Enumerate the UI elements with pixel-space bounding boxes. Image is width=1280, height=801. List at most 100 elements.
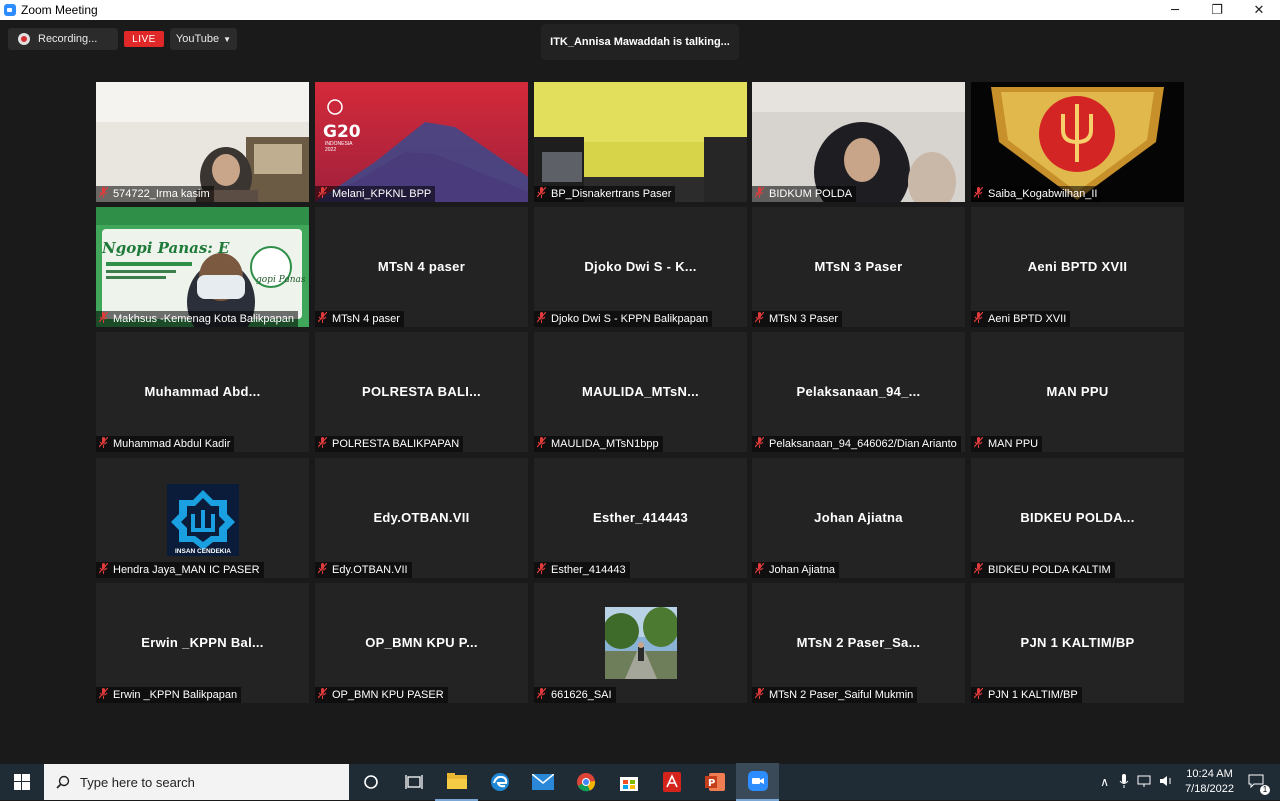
start-button[interactable] — [0, 764, 44, 800]
participant-tile[interactable]: Esther_414443 Esther_414443 — [534, 458, 747, 578]
muted-mic-icon — [973, 687, 984, 702]
participant-name: OP_BMN KPU PASER — [332, 689, 444, 701]
participant-name-label: MAN PPU — [971, 436, 1043, 452]
participant-tile[interactable]: MTsN 3 Paser MTsN 3 Paser — [752, 207, 965, 327]
participant-name: MAN PPU — [988, 438, 1039, 450]
participant-tile[interactable]: MAN PPU MAN PPU — [971, 332, 1184, 452]
chrome-icon[interactable] — [564, 764, 607, 800]
participant-video — [534, 82, 747, 202]
participant-tile[interactable]: Pelaksanaan_94_... Pelaksanaan_94_646062/… — [752, 332, 965, 452]
stream-dropdown[interactable]: YouTube ▼ — [170, 28, 237, 50]
participant-display-name: Aeni BPTD XVII — [1027, 259, 1128, 274]
active-speaker-banner: ITK_Annisa Mawaddah is talking... — [541, 24, 739, 60]
participant-name: Esther_414443 — [551, 564, 626, 576]
participant-name: Pelaksanaan_94_646062/Dian Arianto — [769, 438, 957, 450]
task-view-icon[interactable] — [392, 764, 435, 800]
windows-taskbar: Type here to search P — [0, 763, 1280, 801]
participant-name: Erwin _KPPN Balikpapan — [113, 689, 238, 701]
participant-name-label: MTsN 4 paser — [315, 311, 404, 327]
clock-date: 7/18/2022 — [1185, 783, 1234, 795]
participant-display-name: Pelaksanaan_94_... — [796, 384, 921, 399]
participant-tile[interactable]: BIDKUM POLDA — [752, 82, 965, 202]
participant-name: Edy.OTBAN.VII — [332, 564, 408, 576]
participant-name-label: POLRESTA BALIKPAPAN — [315, 436, 464, 452]
participant-name: Aeni BPTD XVII — [988, 313, 1067, 325]
participant-name-label: Melani_KPKNL BPP — [315, 186, 436, 202]
participant-name: Makhsus -Kemenag Kota Balikpapan — [113, 313, 294, 325]
notification-icon[interactable]: 1 — [1248, 774, 1270, 795]
participant-tile[interactable]: G20 INDONESIA 2022 Melani_KPKNL BPP — [315, 82, 528, 202]
participant-tile[interactable]: POLRESTA BALI... POLRESTA BALIKPAPAN — [315, 332, 528, 452]
participant-name-label: Makhsus -Kemenag Kota Balikpapan — [96, 311, 298, 327]
minimize-button[interactable]: ─ — [1154, 0, 1196, 20]
participant-tile[interactable]: Aeni BPTD XVII Aeni BPTD XVII — [971, 207, 1184, 327]
muted-mic-icon — [754, 186, 765, 201]
taskbar-clock[interactable]: 10:24 AM 7/18/2022 — [1185, 767, 1234, 797]
clock-time: 10:24 AM — [1186, 768, 1233, 780]
taskbar-search[interactable]: Type here to search — [44, 764, 349, 800]
search-icon — [56, 775, 70, 789]
participant-tile[interactable]: 661626_SAI — [534, 583, 747, 703]
chevron-up-icon[interactable]: ∧ — [1100, 775, 1109, 789]
participant-name: BIDKEU POLDA KALTIM — [988, 564, 1111, 576]
slide-cup-text: gopi Panas — [256, 275, 306, 285]
microphone-icon[interactable] — [1119, 773, 1129, 791]
participant-name: MAULIDA_MTsN1bpp — [551, 438, 659, 450]
participant-tile[interactable]: INSAN CENDEKIA Hendra Jaya_MAN IC PASER — [96, 458, 309, 578]
mail-icon[interactable] — [521, 764, 564, 800]
participant-tile[interactable]: OP_BMN KPU P... OP_BMN KPU PASER — [315, 583, 528, 703]
restore-button[interactable]: ❐ — [1196, 0, 1238, 20]
participant-name-label: Saiba_Kogabwilhan_II — [971, 186, 1102, 202]
participant-display-name: Erwin _KPPN Bal... — [141, 635, 264, 650]
windows-icon — [14, 774, 30, 790]
participant-tile[interactable]: MTsN 4 paser MTsN 4 paser — [315, 207, 528, 327]
cortana-icon[interactable] — [349, 764, 392, 800]
store-icon[interactable] — [607, 764, 650, 800]
participant-tile[interactable]: 574722_Irma kasim — [96, 82, 309, 202]
muted-mic-icon — [536, 186, 547, 201]
muted-mic-icon — [754, 436, 765, 451]
participant-tile[interactable]: BIDKEU POLDA... BIDKEU POLDA KALTIM — [971, 458, 1184, 578]
participant-name: MTsN 2 Paser_Saiful Mukmin — [769, 689, 914, 701]
participant-tile[interactable]: MTsN 2 Paser_Sa... MTsN 2 Paser_Saiful Mu… — [752, 583, 965, 703]
muted-mic-icon — [98, 186, 109, 201]
participant-display-name: BIDKEU POLDA... — [1020, 510, 1135, 525]
volume-icon[interactable] — [1159, 775, 1173, 790]
stream-label: YouTube — [175, 33, 220, 45]
participant-name-label: MTsN 2 Paser_Saiful Mukmin — [752, 687, 918, 703]
participant-name-label: Aeni BPTD XVII — [971, 311, 1071, 327]
muted-mic-icon — [973, 311, 984, 326]
participant-tile[interactable]: Ngopi Panas: E gopi Panas Makhsus -Kemenag… — [96, 207, 309, 327]
participant-tile[interactable]: Djoko Dwi S - K... Djoko Dwi S - KPPN Bal… — [534, 207, 747, 327]
zoom-taskbar-icon[interactable] — [736, 763, 779, 801]
participant-tile[interactable]: Erwin _KPPN Bal... Erwin _KPPN Balikpapan — [96, 583, 309, 703]
live-badge[interactable]: LIVE — [124, 31, 164, 47]
acrobat-icon[interactable] — [650, 764, 693, 800]
participant-name: Hendra Jaya_MAN IC PASER — [113, 564, 260, 576]
participant-display-name: Esther_414443 — [593, 510, 688, 525]
participant-tile[interactable]: BP_Disnakertrans Paser — [534, 82, 747, 202]
powerpoint-icon[interactable]: P — [693, 764, 736, 800]
participant-name-label: PJN 1 KALTIM/BP — [971, 687, 1082, 703]
g20-logo-text: G20 — [323, 122, 361, 142]
file-explorer-icon[interactable] — [435, 763, 478, 801]
participant-tile[interactable]: PJN 1 KALTIM/BP PJN 1 KALTIM/BP — [971, 583, 1184, 703]
participant-tile[interactable]: Johan Ajiatna Johan Ajiatna — [752, 458, 965, 578]
network-icon[interactable] — [1137, 775, 1153, 790]
edge-icon[interactable] — [478, 764, 521, 800]
participant-display-name: MTsN 4 paser — [377, 259, 466, 274]
participant-name-label: OP_BMN KPU PASER — [315, 687, 448, 703]
recording-indicator[interactable]: Recording... — [8, 28, 118, 50]
participant-tile[interactable]: MAULIDA_MTsN... MAULIDA_MTsN1bpp — [534, 332, 747, 452]
participant-tile[interactable]: Edy.OTBAN.VII Edy.OTBAN.VII — [315, 458, 528, 578]
muted-mic-icon — [317, 311, 328, 326]
muted-mic-icon — [536, 687, 547, 702]
muted-mic-icon — [973, 436, 984, 451]
window-controls: ─ ❐ ✕ — [1154, 0, 1280, 20]
participant-display-name: Djoko Dwi S - K... — [584, 259, 697, 274]
close-button[interactable]: ✕ — [1238, 0, 1280, 20]
participant-display-name: MTsN 3 Paser — [814, 259, 903, 274]
participant-display-name: Muhammad Abd... — [144, 384, 261, 399]
participant-tile[interactable]: Muhammad Abd... Muhammad Abdul Kadir — [96, 332, 309, 452]
participant-tile[interactable]: Saiba_Kogabwilhan_II — [971, 82, 1184, 202]
